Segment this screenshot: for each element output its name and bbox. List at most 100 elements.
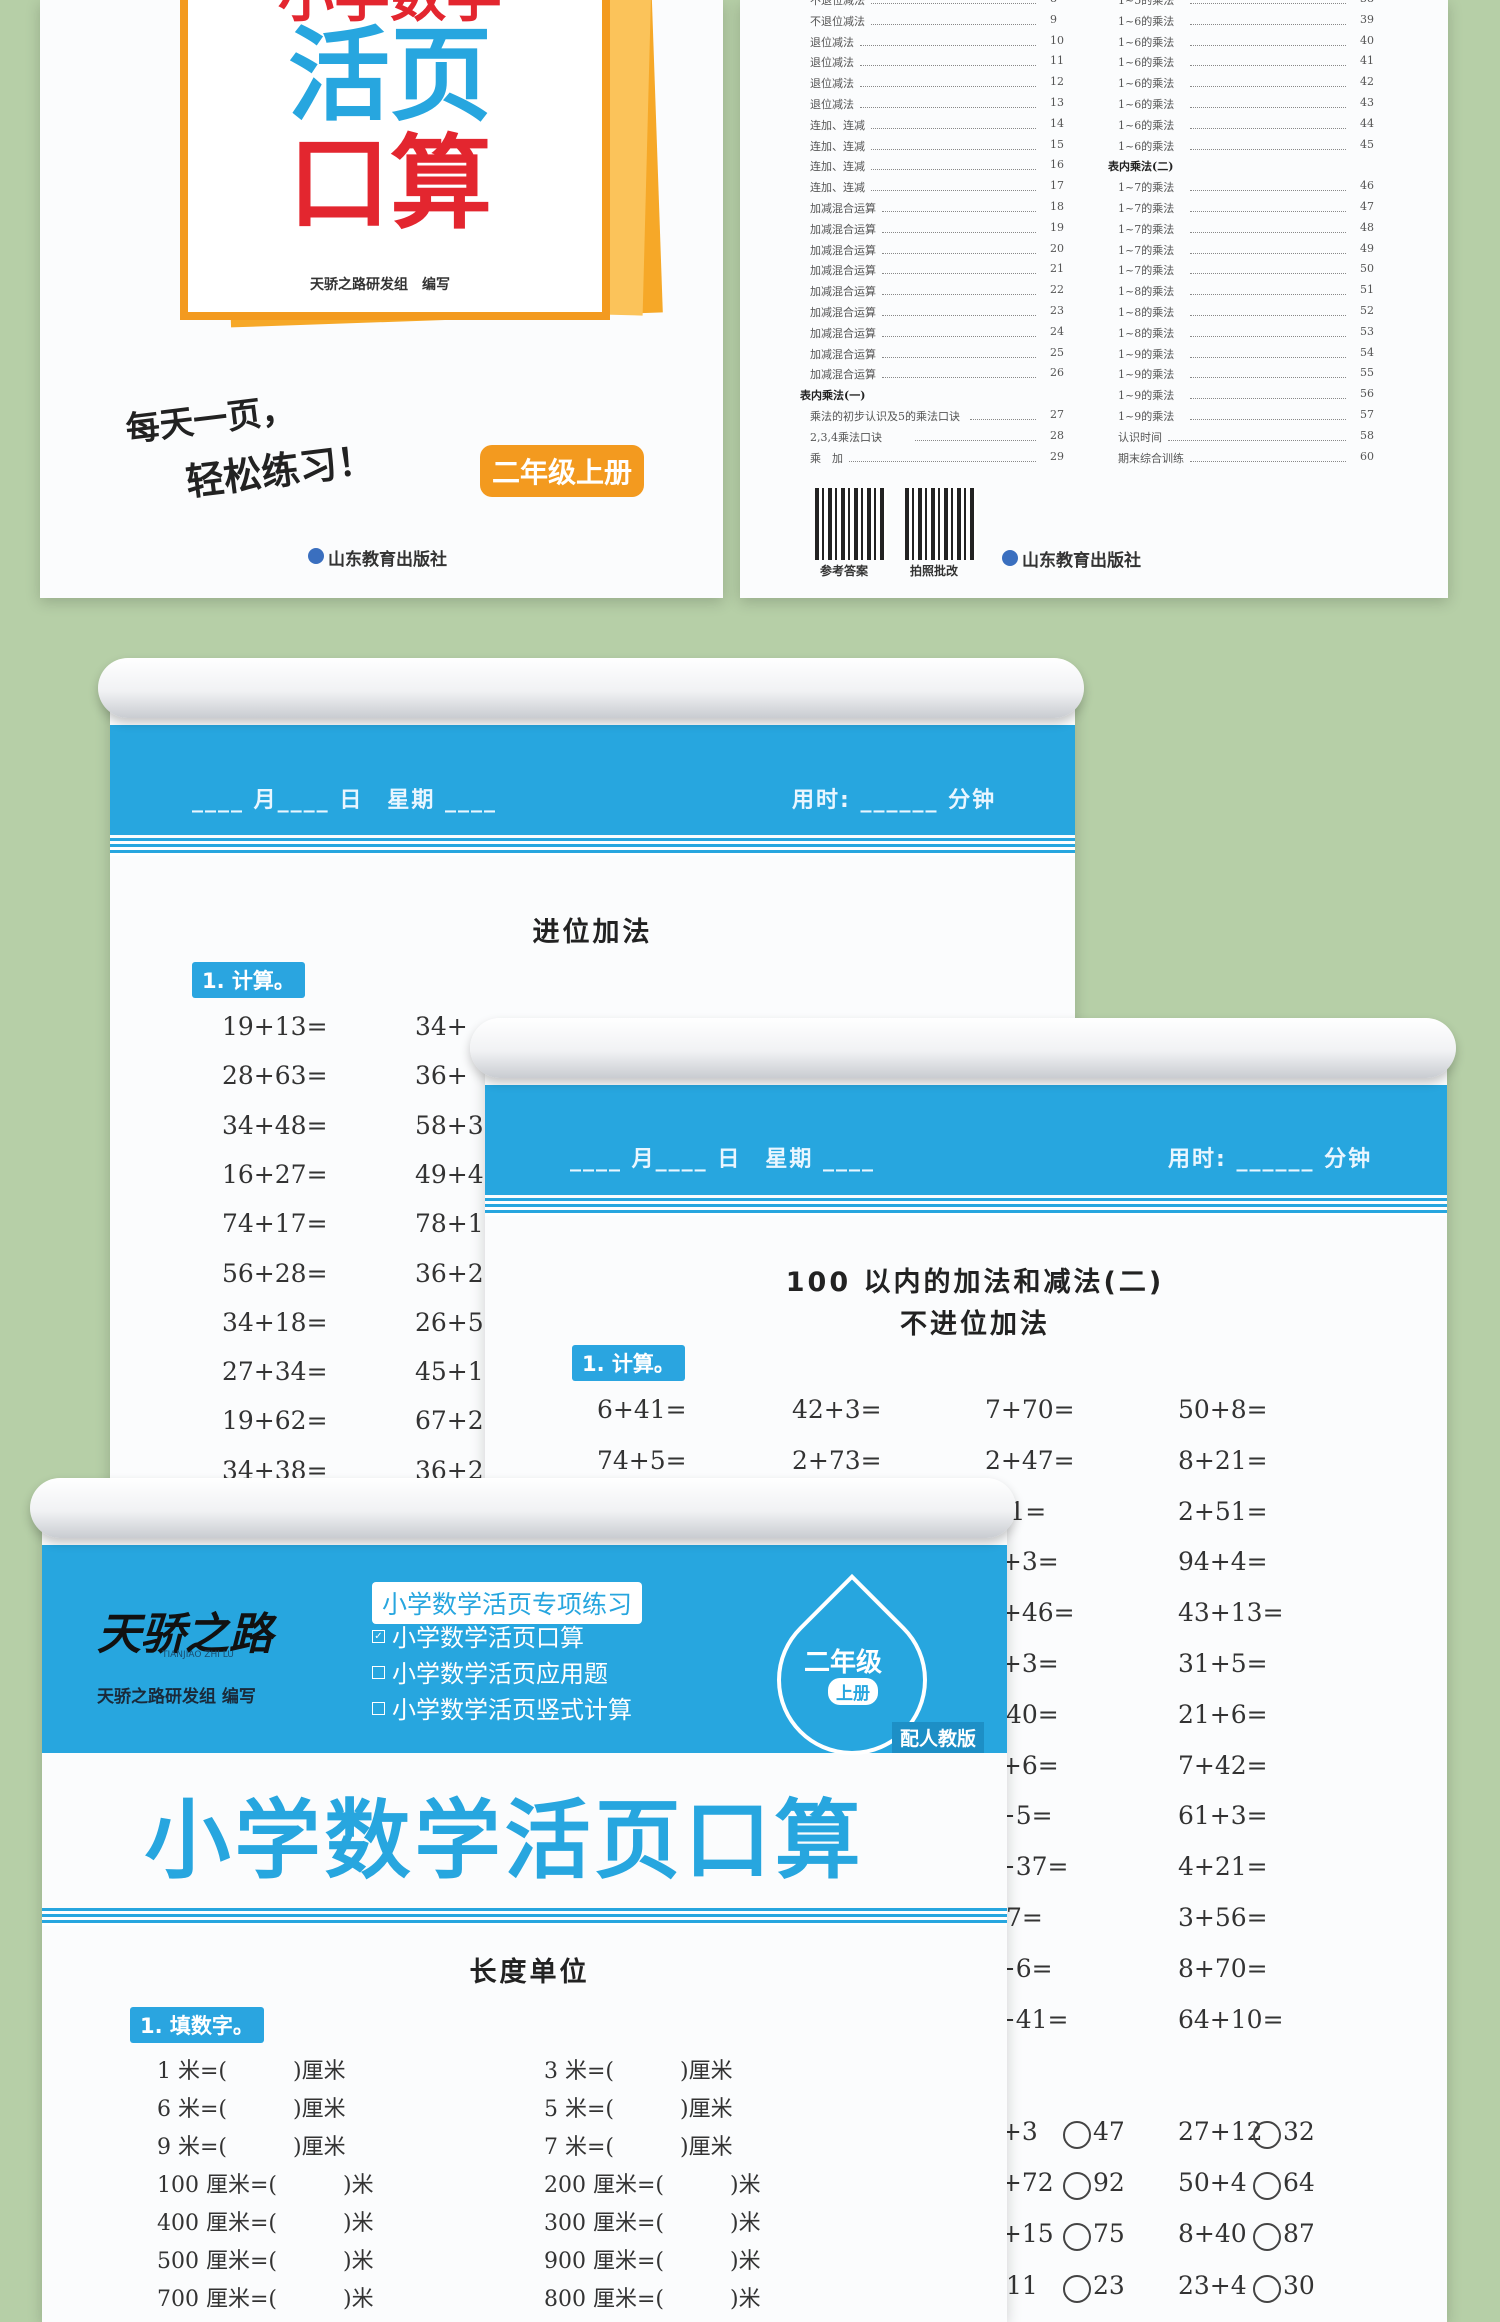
cover-title-line1: 活页 [288,17,492,136]
series-item: 小学数学活页竖式计算 [392,1696,632,1724]
compare-value: 75 [1093,2219,1125,2249]
section-badge: 1. 计算。 [572,1345,685,1381]
toc-leader [1190,315,1346,316]
compare-problem: 50+4 [1178,2168,1247,2198]
toc-page-number: 51 [1360,283,1374,297]
toc-entry: 1~9的乘法 [1118,347,1175,361]
section-badge: 1. 填数字。 [130,2007,264,2043]
toc-entry: 1~7的乘法 [1118,202,1175,215]
toc-leader [1190,419,1346,420]
problem: 74+5= [597,1445,687,1475]
problem: 3+56= [1178,1903,1268,1932]
toc-entry: 1~6的乘法 [1118,35,1175,49]
toc-page-number: 14 [1050,116,1064,130]
toc-page-number: 20 [1050,241,1064,255]
toc-leader [882,231,1036,233]
compare-value: 92 [1093,2168,1125,2198]
compare-circle-icon [1253,2172,1281,2201]
toc-page-number: 9 [1050,12,1057,26]
toc-page-number: 60 [1360,449,1374,463]
problem: 21+6= [1178,1699,1268,1729]
toc-entry: 1~8的乘法 [1118,306,1175,319]
toc-leader [1190,3,1346,4]
toc-leader [1190,190,1346,192]
compare-circle-icon [1253,2223,1281,2252]
toc-leader [1190,356,1346,358]
toc-page-number: 39 [1360,12,1374,26]
toc-entry: 期末综合训练 [1118,451,1184,465]
toc-leader [882,377,1036,379]
toc-entry: 退位减法 [810,77,854,91]
section-badge: 1. 计算。 [192,962,305,998]
toc-leader [1168,439,1346,441]
toc-leader [860,107,1036,108]
toc-leader [871,190,1036,192]
problem: 4+21= [1178,1852,1268,1882]
compare-circle-icon [1253,2121,1281,2149]
book-cover: 小学数学 活页 口算 天骄之路研发组 编写 每天一页， 轻松练习！ 二年级上册 … [40,0,723,598]
toc-entry: 1~6的乘法 [1118,56,1175,70]
toc-page-number: 19 [1050,220,1064,234]
toc-page-number: 23 [1050,304,1064,317]
toc-leader [882,356,1036,358]
conversion-item: 3 米=( )厘米 [544,2059,733,2084]
publisher-logo-icon [1002,550,1018,566]
problem: 58+3 [415,1110,484,1140]
toc-page-number: 21 [1050,262,1064,276]
toc-entry: 加减混合运算 [810,347,876,361]
toc-leader [1190,23,1346,25]
toc-leader [849,460,1036,462]
checkbox-checked-icon: ✓ [372,1630,385,1643]
toc-entry: 乘法的初步认识及5的乘法口诀 [810,410,960,423]
toc-page-number: 57 [1360,408,1374,421]
toc-entry: 加减混合运算 [810,306,876,319]
toc-leader [871,169,1036,171]
compare-value: 30 [1283,2270,1315,2300]
toc-page-number: 42 [1360,75,1374,89]
conversion-item: 700 厘米=( )米 [157,2287,374,2312]
toc-entry: 1~7的乘法 [1118,243,1175,257]
compare-value: 32 [1283,2117,1315,2146]
section-title: 长度单位 [469,1957,590,1988]
worksheet-title-line1: 100 以内的加法和减法(二) [785,1267,1165,1298]
compare-circle-icon [1253,2274,1281,2303]
checkbox-empty-icon [372,1702,385,1715]
problem: 28+63= [222,1061,328,1091]
toc-entry: 1~6的乘法 [1118,139,1175,153]
conversion-item: 800 厘米=( )米 [544,2287,761,2312]
toc-leader [871,23,1036,25]
toc-page-number: 50 [1360,262,1374,276]
conversion-item: 500 厘米=( )米 [157,2249,374,2274]
compare-circle-icon [1063,2172,1091,2201]
toc-leader [871,148,1036,150]
toc-entry: 连加、连减 [810,181,865,195]
toc-page-number: 11 [1050,54,1064,68]
toc-page-number: 53 [1360,324,1374,338]
toc-entry: 加减混合运算 [810,285,876,299]
toc-leader [860,86,1036,88]
toc-entry: 加减混合运算 [810,264,876,278]
conversion-item: 1 米=( )厘米 [157,2059,346,2084]
toc-page-number: 40 [1360,33,1374,47]
toc-entry: 1~7的乘法 [1118,222,1175,236]
toc-leader [860,44,1036,46]
problem: 64+10= [1178,2004,1284,2034]
toc-page-number: 52 [1360,304,1374,317]
toc-leader [882,252,1036,254]
toc-leader [871,3,1036,4]
conversion-item: 7 米=( )厘米 [544,2135,733,2160]
toc-leader [1190,44,1346,46]
toc-page-number: 47 [1360,200,1374,213]
toc-leader [1190,273,1346,275]
qr-code-answers-icon [815,488,887,560]
toc-entry: 乘 加 [810,451,843,465]
scroll-roller-top [470,1018,1456,1078]
toc-leader [882,294,1036,296]
toc-publisher: 山东教育出版社 [1022,551,1141,571]
toc-entry: 加减混合运算 [810,368,876,382]
compare-problem: 23+4 [1178,2270,1247,2300]
toc-page-number: 29 [1050,449,1064,463]
toc-page-number: 22 [1050,283,1064,297]
brand-pinyin: TIANJIAO ZHI LU [162,1650,234,1660]
compare-value: 87 [1283,2219,1315,2249]
